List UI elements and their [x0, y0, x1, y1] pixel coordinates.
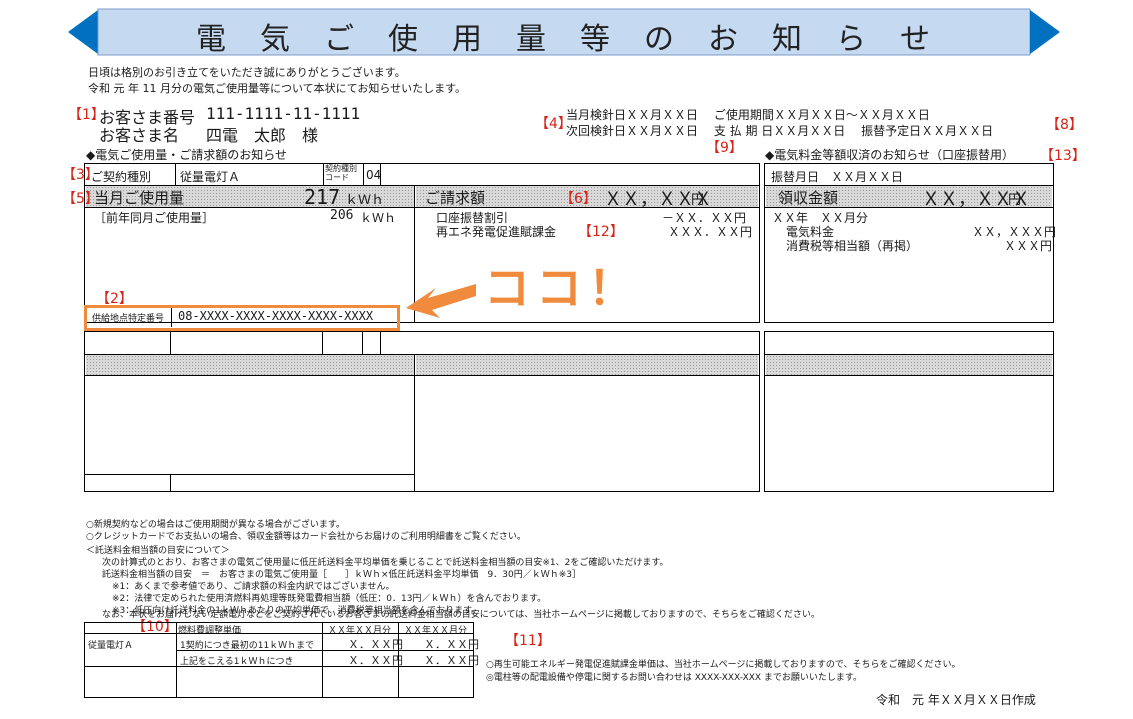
page-title: 電 気 ご 使 用 量 等 の お 知 ら せ	[196, 22, 932, 57]
fuel-contract: 従量電灯Ａ	[88, 641, 134, 651]
meter-row-2: 次回検針日ＸＸ月ＸＸ日 支 払 期 日ＸＸ月ＸＸ日 振替予定日ＸＸ月ＸＸ日	[566, 124, 994, 138]
banner-left-arrow	[68, 10, 98, 54]
contract-class-label: 契約種別コード	[325, 164, 357, 182]
marker-12: 【12】	[578, 224, 624, 240]
contract-class-value: 04	[366, 168, 382, 182]
customer-name: 四電 太郎 様	[206, 126, 319, 145]
fuel-row-1-label: 1契約につき最初の11ｋＷｈまで	[180, 641, 315, 651]
contract-type-label: ご契約種別	[91, 170, 152, 184]
meter-row-1: 当月検針日ＸＸ月ＸＸ日 ご使用期間ＸＸ月ＸＸ日～ＸＸ月ＸＸ日	[566, 108, 930, 122]
fuel-row-1-v2: Ｘ．ＸＸ円	[424, 638, 479, 651]
marker-11: 【11】	[505, 633, 551, 649]
fuel-row-1-v1: Ｘ．ＸＸ円	[348, 638, 403, 651]
usage-value: 217	[304, 185, 341, 209]
billing-yen: 円	[691, 193, 705, 208]
receipt-item-2-value: ＸＸＸ円	[1004, 239, 1053, 253]
customer-number: 111-1111-11-1111	[206, 104, 361, 123]
section-left-title: ◆電気ご使用量・ご請求額のお知らせ	[86, 148, 287, 162]
transfer-date: 振替月日 ＸＸ月ＸＸ日	[771, 170, 904, 184]
fuel-row-2-label: 上記をこえる1ｋＷｈにつき	[180, 657, 294, 667]
billing-item-2-label: 再エネ発電促進賦課金	[436, 225, 557, 239]
contract-type-value: 従量電灯Ａ	[180, 170, 241, 184]
prev-usage-unit: ｋＷｈ	[360, 211, 397, 225]
intro-line-1: 日頃は格別のお引き立てをいただき誠にありがとうございます。	[88, 66, 406, 79]
section-right-title: ◆電気料金等額収済のお知らせ（口座振替用）	[765, 148, 1014, 162]
lower-shade-c	[766, 355, 1052, 375]
fuel-header-month-2: ＸＸ年ＸＸ月分	[404, 626, 468, 636]
receipt-yen: 円	[1008, 193, 1022, 208]
billing-item-2-value: ＸＸＸ．ＸＸ円	[668, 225, 753, 239]
prev-usage-value: 206	[330, 208, 354, 223]
prev-usage-label: ［前年同月ご使用量］	[94, 211, 215, 225]
callout-arrow-icon	[406, 284, 476, 318]
marker-9: 【9】	[706, 140, 743, 156]
created-date: 令和 元 年ＸＸ月ＸＸ日作成	[876, 693, 1036, 707]
callout-text: ココ！	[484, 261, 640, 315]
fuel-header-label: 燃料費調整単価	[178, 626, 242, 636]
receipt-label: 領収金額	[778, 189, 839, 207]
receipt-item-2-label: 消費税等相当額（再掲）	[786, 239, 919, 253]
bottom-note-2: ◎電柱等の配電設備や停電に関するお問い合わせは XXXX-XXX-XXX までお…	[486, 673, 863, 683]
usage-unit: ｋＷｈ	[345, 193, 385, 208]
marker-6: 【6】	[560, 191, 597, 207]
supply-point-highlight	[84, 305, 400, 331]
intro-line-2: 令和 元 年 11 月分の電気ご使用量等について本状にてお知らせいたします。	[88, 82, 467, 95]
marker-13: 【13】	[1040, 148, 1086, 164]
usage-label: 当月ご使用量	[94, 189, 185, 207]
fuel-row-2-v1: Ｘ．ＸＸ円	[348, 654, 403, 667]
lower-shade-b	[416, 355, 758, 375]
banner-right-arrow	[1030, 10, 1060, 54]
fuel-header-month-1: ＸＸ年ＸＸ月分	[328, 626, 392, 636]
customer-name-label: お客さま名	[99, 126, 180, 145]
fuel-row-2-v2: Ｘ．ＸＸ円	[424, 654, 479, 667]
billing-label: ご請求額	[425, 189, 486, 207]
lower-shade-a	[86, 355, 414, 375]
marker-8: 【8】	[1046, 117, 1083, 133]
note-9: なお、本状をお届けしない定額電灯などをご契約されているお客さまの託送料金相当額の…	[102, 610, 820, 620]
title-banner: 電 気 ご 使 用 量 等 の お 知 ら せ	[68, 8, 1060, 57]
bottom-note-1: ○再生可能エネルギー発電促進賦課金単価は、当社ホームページに掲載しておりますので…	[486, 660, 961, 670]
note-2: ○クレジットカードでお支払いの場合、領収金額等はカード会社からお届けのご利用明細…	[86, 532, 526, 542]
